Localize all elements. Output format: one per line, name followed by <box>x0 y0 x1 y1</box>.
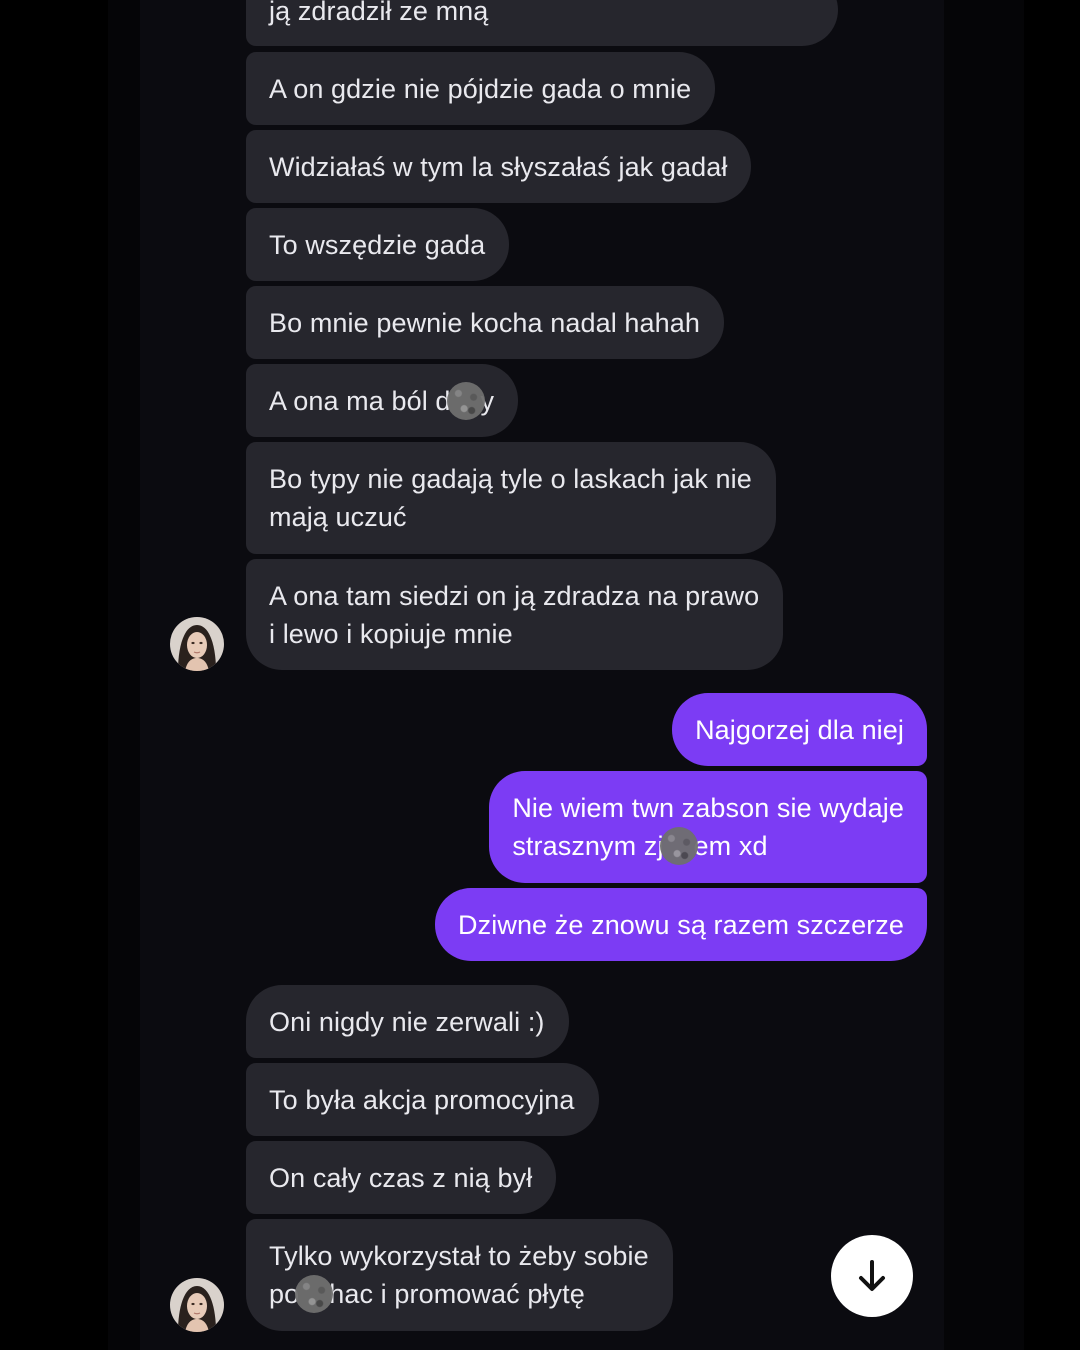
incoming-message[interactable]: Bo mnie pewnie kocha nadal hahah <box>246 286 725 359</box>
left-border <box>0 0 108 1350</box>
outgoing-message[interactable]: Nie wiem twn zabson sie wydaje strasznym… <box>489 771 927 883</box>
message-text-line: A ona tam siedzi on ją zdradza na prawo <box>269 581 760 611</box>
message-text: A ona ma ból d <box>269 386 451 416</box>
contact-avatar[interactable] <box>170 1278 224 1332</box>
screenshot-frame: ją zdradził ze mną A on gdzie nie pójdzi… <box>0 0 1080 1350</box>
message-text: Oni nigdy nie zerwali :) <box>269 1007 545 1037</box>
redaction-blur <box>295 1274 334 1313</box>
arrow-down-icon <box>859 1260 885 1291</box>
incoming-message[interactable]: To wszędzie gada <box>246 208 510 281</box>
outgoing-message[interactable]: Dziwne że znowu są razem szczerze <box>435 888 927 961</box>
message-text-line: i lewo i kopiuje mnie <box>269 619 513 649</box>
outgoing-message[interactable]: Najgorzej dla niej <box>672 693 927 766</box>
redaction-blur <box>659 826 698 865</box>
message-text: Dziwne że znowu są razem szczerze <box>458 910 904 940</box>
message-text: A on gdzie nie pójdzie gada o mnie <box>269 74 692 104</box>
right-border <box>1024 0 1080 1350</box>
contact-avatar[interactable] <box>170 617 224 671</box>
incoming-message[interactable]: On cały czas z nią był <box>246 1141 557 1214</box>
incoming-message[interactable]: ją zdradził ze mną <box>246 0 838 46</box>
message-text-line: strasznym zj em xd <box>512 826 904 865</box>
message-text: em xd <box>693 831 768 861</box>
message-text: strasznym zj <box>512 831 664 861</box>
message-text: hac i promować płytę <box>329 1279 585 1309</box>
avatar-portrait-icon <box>170 617 224 671</box>
message-text: Najgorzej dla niej <box>695 715 904 745</box>
incoming-message[interactable]: A on gdzie nie pójdzie gada o mnie <box>246 52 716 125</box>
incoming-message[interactable]: Tylko wykorzystał to żeby sobie po hac i … <box>246 1219 673 1331</box>
message-text: To wszędzie gada <box>269 230 486 260</box>
avatar-portrait-icon <box>170 1278 224 1332</box>
message-text: Bo mnie pewnie kocha nadal hahah <box>269 308 701 338</box>
message-text-line: po hac i promować płytę <box>269 1274 649 1313</box>
incoming-message[interactable]: Bo typy nie gadają tyle o laskach jak ni… <box>246 442 776 554</box>
message-text-line: Tylko wykorzystał to żeby sobie <box>269 1241 649 1271</box>
redaction-blur <box>446 381 485 420</box>
incoming-message[interactable]: Widziałaś w tym la słyszałaś jak gadał <box>246 130 752 203</box>
message-text-line: Nie wiem twn zabson sie wydaje <box>512 793 904 823</box>
scroll-to-bottom-button[interactable] <box>831 1235 913 1317</box>
message-text: Widziałaś w tym la słyszałaś jak gadał <box>269 152 728 182</box>
message-text: On cały czas z nią był <box>269 1163 533 1193</box>
message-text: ją zdradził ze mną <box>269 0 489 26</box>
incoming-message[interactable]: To była akcja promocyjna <box>246 1063 599 1136</box>
incoming-message[interactable]: Oni nigdy nie zerwali :) <box>246 985 569 1058</box>
incoming-message[interactable]: A ona ma ból dy <box>246 364 519 437</box>
message-text-line: mają uczuć <box>269 502 407 532</box>
incoming-message[interactable]: A ona tam siedzi on ją zdradza na prawo … <box>246 559 784 670</box>
message-text: To była akcja promocyjna <box>269 1085 575 1115</box>
message-text-line: Bo typy nie gadają tyle o laskach jak ni… <box>269 464 752 494</box>
